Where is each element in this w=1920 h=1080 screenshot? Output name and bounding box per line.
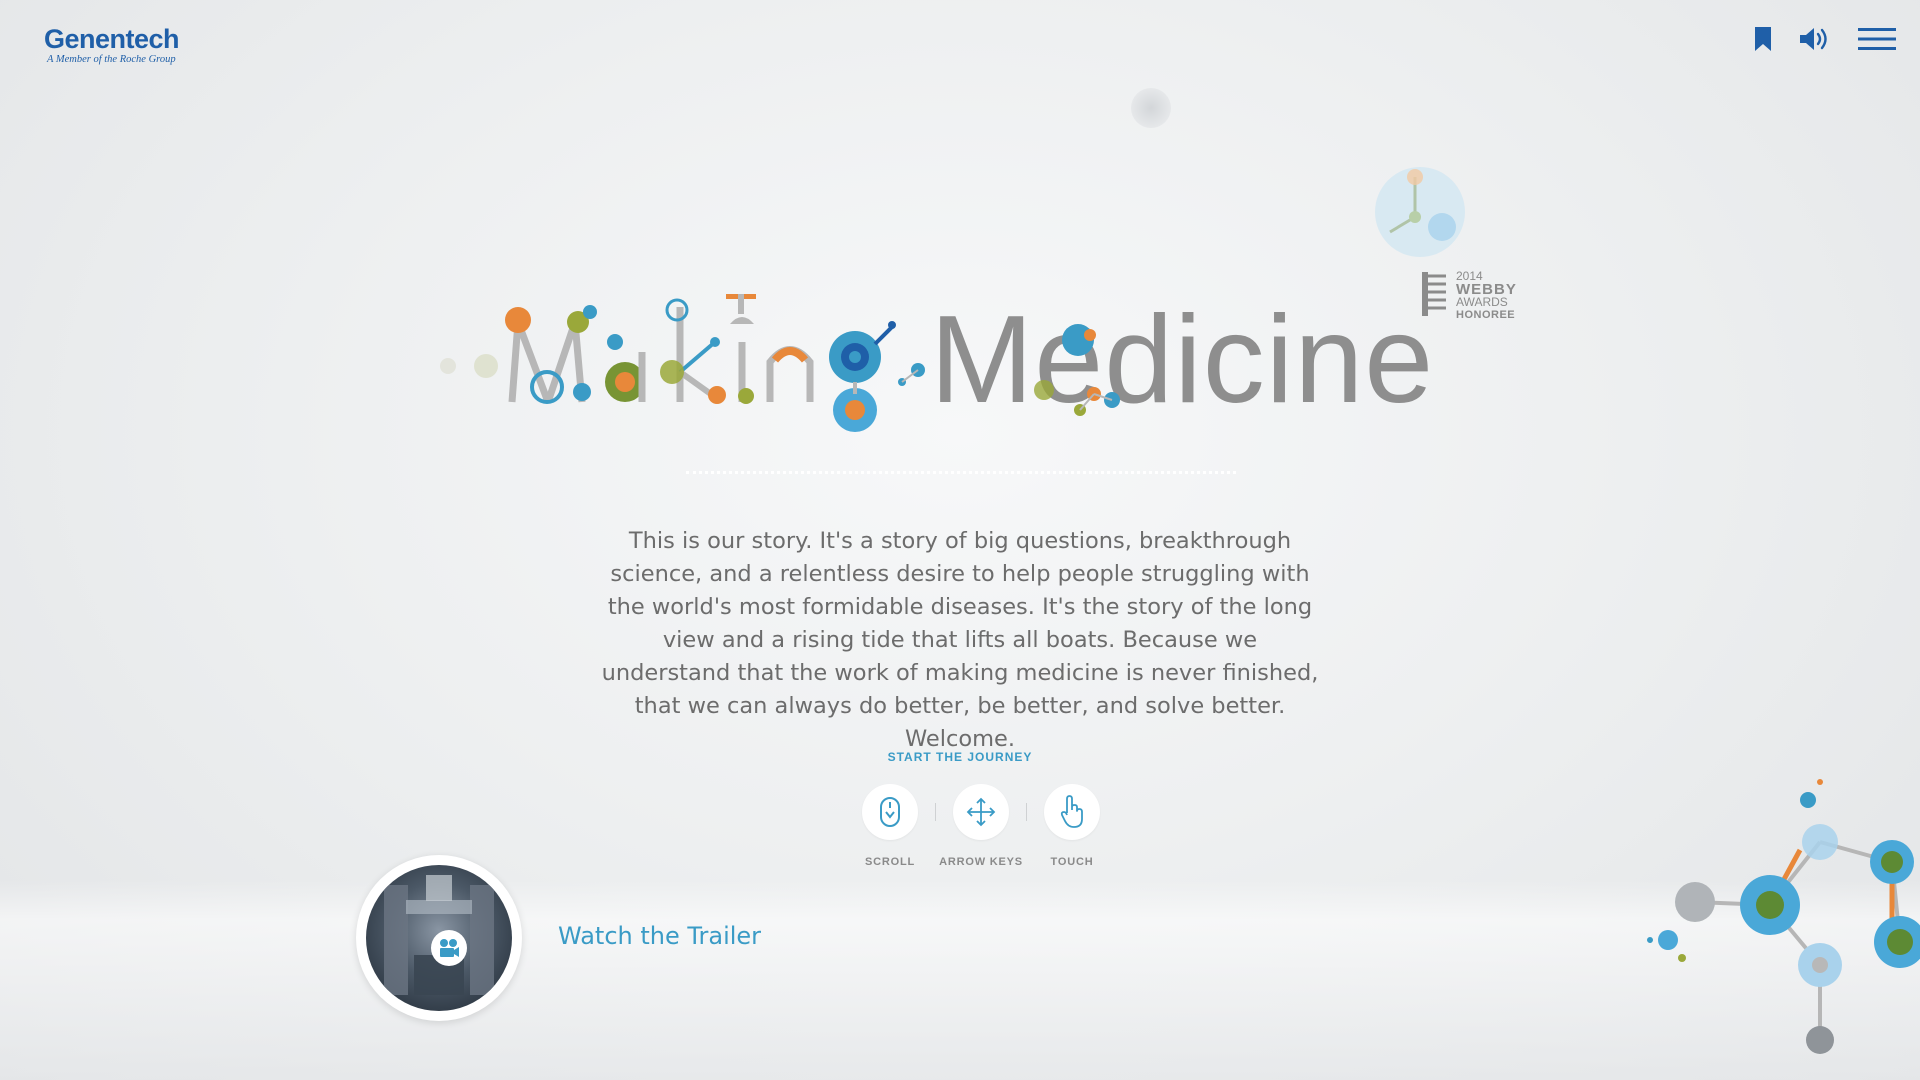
arrow-keys-label: ARROW KEYS (939, 856, 1023, 868)
touch-label: TOUCH (1050, 856, 1094, 868)
webby-awards: AWARDS (1456, 295, 1508, 309)
scroll-button[interactable] (862, 784, 918, 840)
video-camera-icon (440, 939, 459, 957)
play-trailer-button[interactable] (431, 930, 467, 966)
hand-icon (1060, 795, 1083, 828)
genentech-logo[interactable]: Genentech A Member of the Roche Group (44, 24, 180, 66)
arrows-icon (966, 797, 996, 827)
webby-award-badge: 2014 WEBBY AWARDS HONOREE (1420, 270, 1517, 322)
scroll-control[interactable]: SCROLL (845, 784, 935, 868)
floating-bubble (1131, 88, 1171, 128)
watch-trailer-link[interactable]: Watch the Trailer (558, 922, 761, 950)
bookmark-icon[interactable] (1754, 26, 1772, 52)
menu-icon[interactable] (1858, 27, 1896, 51)
medicine-molecule-accents (1034, 324, 1120, 416)
top-toolbar (1754, 26, 1896, 52)
navigation-controls: SCROLL ARROW KEYS TOUCH (845, 784, 1117, 868)
webby-honoree: HONOREE (1456, 309, 1516, 321)
speaker-icon[interactable] (1798, 26, 1832, 52)
touch-button[interactable] (1044, 784, 1100, 840)
webby-spring-icon (1422, 272, 1446, 316)
intro-story-text: This is our story. It's a story of big q… (601, 527, 1319, 752)
trailer-image (366, 865, 512, 1011)
mouse-icon (880, 797, 900, 827)
start-journey-label: START THE JOURNEY (887, 750, 1033, 764)
making-illustrated-title (440, 294, 925, 432)
touch-control[interactable]: TOUCH (1027, 784, 1117, 868)
corner-molecule-icon (1647, 779, 1920, 1054)
arrow-keys-control[interactable]: ARROW KEYS (936, 784, 1026, 868)
title-divider (686, 471, 1236, 474)
floating-molecule-icon (1375, 167, 1465, 257)
arrow-keys-button[interactable] (953, 784, 1009, 840)
logo-tagline: A Member of the Roche Group (47, 54, 176, 65)
trailer-thumbnail[interactable] (356, 855, 522, 1021)
scroll-label: SCROLL (864, 856, 916, 868)
logo-wordmark: Genentech (44, 24, 180, 54)
